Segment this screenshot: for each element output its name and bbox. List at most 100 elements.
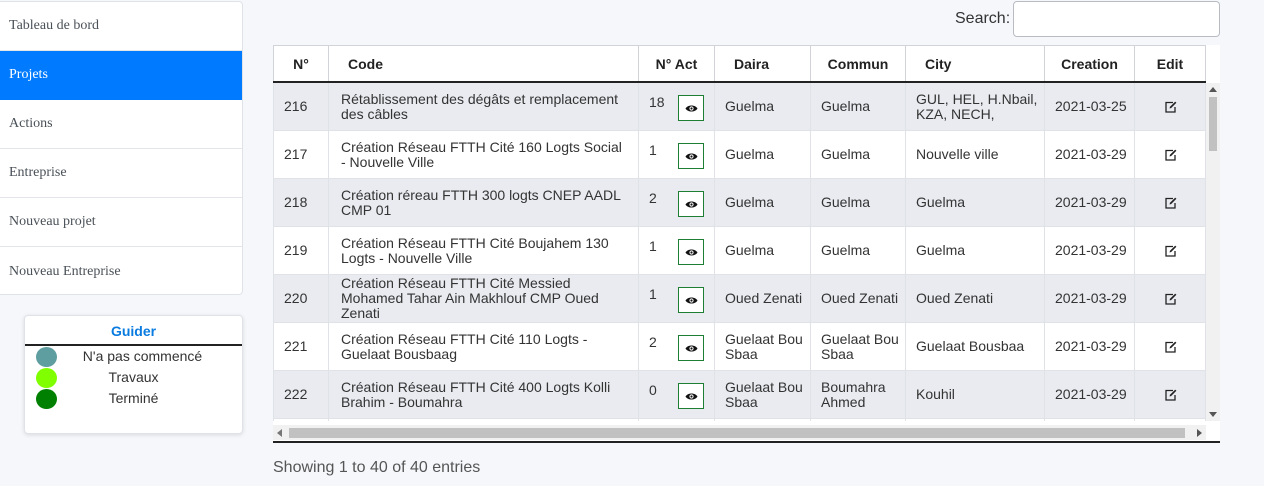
view-actions-button[interactable] [678,95,704,121]
table-row: 219 Création Réseau FTTH Cité Boujahem 1… [273,227,1206,275]
view-actions-button[interactable] [678,287,704,313]
search-label: Search: [955,10,1011,27]
eye-icon [685,345,697,351]
act-count: 2 [649,334,657,350]
table-row: 216 Rétablissement des dégâts et remplac… [273,83,1206,131]
cell-daira: Guelaat Bou Sbaa [714,323,810,370]
cell-daira: Guelma [714,227,810,274]
cell-edit [1134,419,1206,421]
scroll-left-arrow-icon[interactable] [277,429,282,437]
cell-number: 217 [273,131,328,178]
cell-act: 1 [638,131,714,178]
projects-table: N° Code N° Act Daira Commun City Creatio… [273,45,1220,443]
column-header-edit[interactable]: Edit [1134,46,1206,81]
cell-creation: 2021-03-29 [1044,323,1134,370]
cell-daira: Guelma [714,131,810,178]
cell-city: Guelma [905,179,1044,226]
cell-commun: Guelma [810,131,905,178]
cell-city [905,419,1044,421]
cell-number: 221 [273,323,328,370]
cell-commun: Guelma [810,227,905,274]
cell-creation: 2021-03-29 [1044,275,1134,322]
sidebar-item-nouveau-projet[interactable]: Nouveau projet [0,198,242,247]
scroll-right-arrow-icon[interactable] [1197,429,1202,437]
cell-creation: 2021-03-25 [1044,83,1134,130]
sidebar-item-nouveau-entreprise[interactable]: Nouveau Entreprise [0,247,242,294]
cell-edit [1134,275,1206,322]
sidebar-item-projets[interactable]: Projets [0,51,242,100]
column-header-commun[interactable]: Commun [810,46,905,81]
edit-icon[interactable] [1164,101,1177,113]
edit-icon[interactable] [1164,293,1177,305]
cell-code: Création réreau FTTH 300 logts CNEP AADL… [328,179,638,226]
view-actions-button[interactable] [678,335,704,361]
cell-act [638,419,714,421]
legend-item-finished: Terminé [25,388,242,409]
scroll-down-arrow-icon[interactable] [1209,412,1217,417]
vertical-scroll-thumb[interactable] [1209,97,1217,151]
column-header-number[interactable]: N° [273,46,328,81]
cell-city: Oued Zenati [905,275,1044,322]
act-count: 1 [649,286,657,302]
cell-act: 2 [638,323,714,370]
cell-commun: Oued Zenati [810,275,905,322]
table-header: N° Code N° Act Daira Commun City Creatio… [273,45,1206,83]
cell-number: 222 [273,371,328,418]
cell-code: Création Réseau FTTH Cité 400 Logts Koll… [328,371,638,418]
cell-act: 1 [638,227,714,274]
cell-city: GUL, HEL, H.Nbail, KZA, NECH, [905,83,1044,130]
sidebar: Tableau de bord Projets Actions Entrepri… [0,1,243,295]
sidebar-item-actions[interactable]: Actions [0,100,242,149]
cell-code: Création Réseau FTTH Cité Messied Mohame… [328,275,638,322]
vertical-scrollbar[interactable] [1206,83,1220,421]
view-actions-button[interactable] [678,191,704,217]
act-count: 1 [649,238,657,254]
eye-icon [685,201,697,207]
cell-code: Création Réseau FTTH Cité 110 Logts - Gu… [328,323,638,370]
view-actions-button[interactable] [678,143,704,169]
edit-icon[interactable] [1164,341,1177,353]
guide-card: Guider N'a pas commencé Travaux Terminé [24,315,243,434]
act-count: 2 [649,190,657,206]
cell-code: Création Réseau FTTH Cité Boujahem 130 L… [328,227,638,274]
edit-icon[interactable] [1164,389,1177,401]
eye-icon [685,393,697,399]
table-row: 221 Création Réseau FTTH Cité 110 Logts … [273,323,1206,371]
cell-edit [1134,179,1206,226]
cell-creation: 2021-03-29 [1044,371,1134,418]
horizontal-scrollbar[interactable] [273,425,1206,440]
sidebar-item-tableau-de-bord[interactable]: Tableau de bord [0,2,242,51]
cell-edit [1134,323,1206,370]
edit-icon[interactable] [1164,149,1177,161]
cell-code: Création Réseau FTTH Cité 160 Logts Soci… [328,131,638,178]
cell-commun: Guelaat Bou Sbaa [810,323,905,370]
column-header-act-count[interactable]: N° Act [638,46,714,81]
column-header-city[interactable]: City [905,46,1044,81]
search-input[interactable] [1013,1,1220,37]
column-header-daira[interactable]: Daira [714,46,810,81]
cell-creation: 2021-03-29 [1044,131,1134,178]
act-count: 0 [649,382,657,398]
cell-commun: Guelma [810,83,905,130]
edit-icon[interactable] [1164,245,1177,257]
table-info: Showing 1 to 40 of 40 entries [273,459,481,476]
cell-number: 219 [273,227,328,274]
cell-act: 18 [638,83,714,130]
cell-city: Guelaat Bousbaa [905,323,1044,370]
sidebar-item-entreprise[interactable]: Entreprise [0,149,242,198]
cell-edit [1134,83,1206,130]
cell-number: 218 [273,179,328,226]
table-row-partial [273,419,1206,421]
horizontal-scroll-thumb[interactable] [289,428,1185,438]
scroll-up-arrow-icon[interactable] [1209,87,1217,92]
edit-icon[interactable] [1164,197,1177,209]
column-header-code[interactable]: Code [328,46,638,81]
view-actions-button[interactable] [678,383,704,409]
view-actions-button[interactable] [678,239,704,265]
table-row: 217 Création Réseau FTTH Cité 160 Logts … [273,131,1206,179]
legend-item-works: Travaux [25,367,242,388]
table-row: 218 Création réreau FTTH 300 logts CNEP … [273,179,1206,227]
column-header-creation[interactable]: Creation [1044,46,1134,81]
cell-commun: Guelma [810,179,905,226]
cell-city: Kouhil [905,371,1044,418]
